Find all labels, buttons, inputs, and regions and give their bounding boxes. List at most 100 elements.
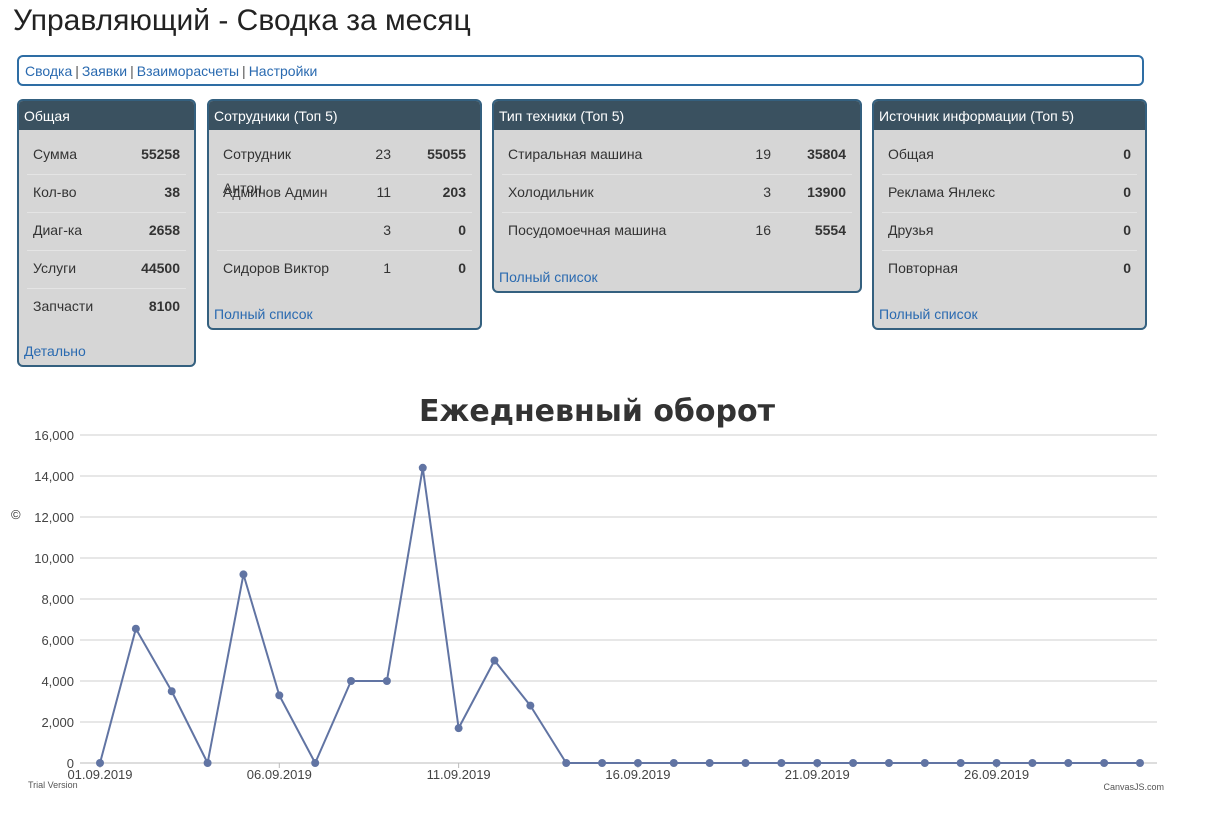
row-label: Кол-во bbox=[33, 184, 77, 200]
row-label: Стиральная машина bbox=[508, 146, 643, 162]
data-point bbox=[813, 759, 822, 767]
row-label: Посудомоечная машина bbox=[508, 222, 667, 238]
data-point bbox=[1028, 759, 1037, 767]
data-point bbox=[203, 759, 212, 767]
nav-separator: | bbox=[242, 63, 246, 79]
row-value: 35804 bbox=[807, 146, 846, 162]
data-point bbox=[275, 691, 284, 700]
data-point bbox=[490, 656, 499, 665]
row-value: 0 bbox=[458, 222, 466, 238]
data-point bbox=[705, 759, 714, 767]
data-point bbox=[1100, 759, 1109, 767]
row-value: 0 bbox=[1123, 222, 1131, 238]
row-value: 8100 bbox=[148, 298, 180, 314]
y-tick-label: 14,000 bbox=[34, 469, 74, 484]
x-tick-label: 11.09.2019 bbox=[427, 767, 491, 782]
staff-row: Сотрудник Антон 23 55055 bbox=[217, 137, 472, 196]
data-point bbox=[992, 759, 1001, 767]
row-label: Сидоров Виктор bbox=[223, 260, 330, 276]
row-value: 0 bbox=[1123, 146, 1131, 162]
data-point bbox=[454, 724, 463, 733]
x-tick-label: 21.09.2019 bbox=[785, 767, 850, 782]
row-count: 19 bbox=[755, 146, 771, 162]
row-label: Сумма bbox=[33, 146, 77, 162]
row-label: Запчасти bbox=[33, 298, 94, 314]
row-label: Сотрудник Антон bbox=[223, 146, 292, 196]
trial-version-label: Trial Version bbox=[28, 780, 78, 790]
full-list-link[interactable]: Полный список bbox=[879, 306, 978, 322]
nav-link-requests[interactable]: Заявки bbox=[82, 63, 127, 79]
data-point bbox=[311, 759, 320, 767]
staff-row: 30 bbox=[217, 213, 472, 251]
panel-staff: Сотрудники (Топ 5) Сотрудник Антон 23 5505… bbox=[207, 99, 482, 330]
x-tick-label: 16.09.2019 bbox=[605, 767, 670, 782]
panel-equipment-type: Тип техники (Топ 5) Стиральная машина 19 3… bbox=[492, 99, 862, 293]
data-point bbox=[131, 624, 140, 633]
panel-title: Сотрудники (Топ 5) bbox=[209, 101, 480, 130]
series-line bbox=[99, 466, 1140, 764]
staff-row: Сидоров Виктор 1 0 bbox=[217, 251, 472, 288]
data-point bbox=[96, 759, 104, 767]
row-count: 11 bbox=[376, 184, 391, 200]
nav-separator: | bbox=[75, 63, 79, 79]
row-label: Друзья bbox=[888, 222, 934, 238]
staff-row: Админов Админ 11 203 bbox=[217, 175, 472, 213]
nav-link-settings[interactable]: Настройки bbox=[249, 63, 318, 79]
row-value: 2658 bbox=[148, 222, 180, 238]
row-value: 0 bbox=[458, 260, 466, 276]
full-list-link[interactable]: Полный список bbox=[499, 269, 598, 285]
row-count: 3 bbox=[763, 184, 771, 200]
summary-row: Запчасти 8100 bbox=[27, 289, 186, 326]
row-count: 1 bbox=[383, 260, 391, 276]
panel-info-source: Источник информации (Топ 5) Общая 0 Рекла… bbox=[872, 99, 1147, 330]
nav-bar: Сводка | Заявки | Взаиморасчеты | Настройки bbox=[17, 55, 1144, 86]
data-point bbox=[849, 759, 858, 767]
data-point bbox=[956, 759, 965, 767]
data-point bbox=[167, 687, 176, 696]
row-count: 23 bbox=[375, 146, 391, 162]
row-count: 3 bbox=[383, 222, 391, 238]
data-point bbox=[884, 759, 893, 767]
row-label: Общая bbox=[888, 146, 934, 162]
row-label: Повторная bbox=[888, 260, 958, 276]
data-point bbox=[598, 759, 607, 767]
row-label: Реклама Янлекс bbox=[888, 184, 996, 200]
data-point bbox=[1064, 759, 1073, 767]
panel-title: Источник информации (Топ 5) bbox=[874, 101, 1145, 130]
row-label: Админов Админ bbox=[223, 184, 328, 200]
x-tick-label: 26.09.2019 bbox=[964, 767, 1029, 782]
row-value: 203 bbox=[442, 184, 466, 200]
equipment-row: Посудомоечная машина 16 5554 bbox=[502, 213, 852, 250]
equipment-row: Стиральная машина 19 35804 bbox=[502, 137, 852, 175]
full-list-link[interactable]: Полный список bbox=[214, 306, 313, 322]
row-value: 38 bbox=[164, 184, 180, 200]
row-label: Холодильник bbox=[508, 184, 594, 200]
y-tick-label: 2,000 bbox=[41, 715, 74, 730]
source-row: Друзья 0 bbox=[882, 213, 1137, 251]
data-point bbox=[347, 677, 356, 685]
row-value: 44500 bbox=[141, 260, 180, 276]
summary-row: Диаг-ка 2658 bbox=[27, 213, 186, 251]
page-title: Управляющий - Сводка за месяц bbox=[13, 4, 471, 37]
data-point bbox=[741, 759, 750, 767]
data-point bbox=[418, 463, 427, 472]
x-tick-label: 06.09.2019 bbox=[247, 767, 312, 782]
y-tick-label: 12,000 bbox=[34, 510, 74, 525]
data-point bbox=[669, 759, 678, 767]
row-value: 5554 bbox=[814, 222, 846, 238]
nav-link-summary[interactable]: Сводка bbox=[25, 63, 72, 79]
y-tick-label: 16,000 bbox=[34, 428, 74, 443]
nav-link-settlements[interactable]: Взаиморасчеты bbox=[137, 63, 239, 79]
summary-row: Услуги 44500 bbox=[27, 251, 186, 289]
row-label: Диаг-ка bbox=[33, 222, 83, 238]
row-count: 16 bbox=[755, 222, 771, 238]
chart-title: Ежедневный оборот bbox=[419, 394, 776, 429]
row-value: 55055 bbox=[427, 146, 466, 162]
row-value: 0 bbox=[1123, 260, 1131, 276]
panel-general: Общая Сумма 55258 Кол-во 38 Диаг-ка 2658 Ус… bbox=[17, 99, 196, 367]
summary-row: Кол-во 38 bbox=[27, 175, 186, 213]
details-link[interactable]: Детально bbox=[24, 343, 86, 359]
equipment-row: Холодильник 3 13900 bbox=[502, 175, 852, 213]
data-point bbox=[526, 701, 535, 710]
y-tick-label: 4,000 bbox=[41, 674, 74, 689]
